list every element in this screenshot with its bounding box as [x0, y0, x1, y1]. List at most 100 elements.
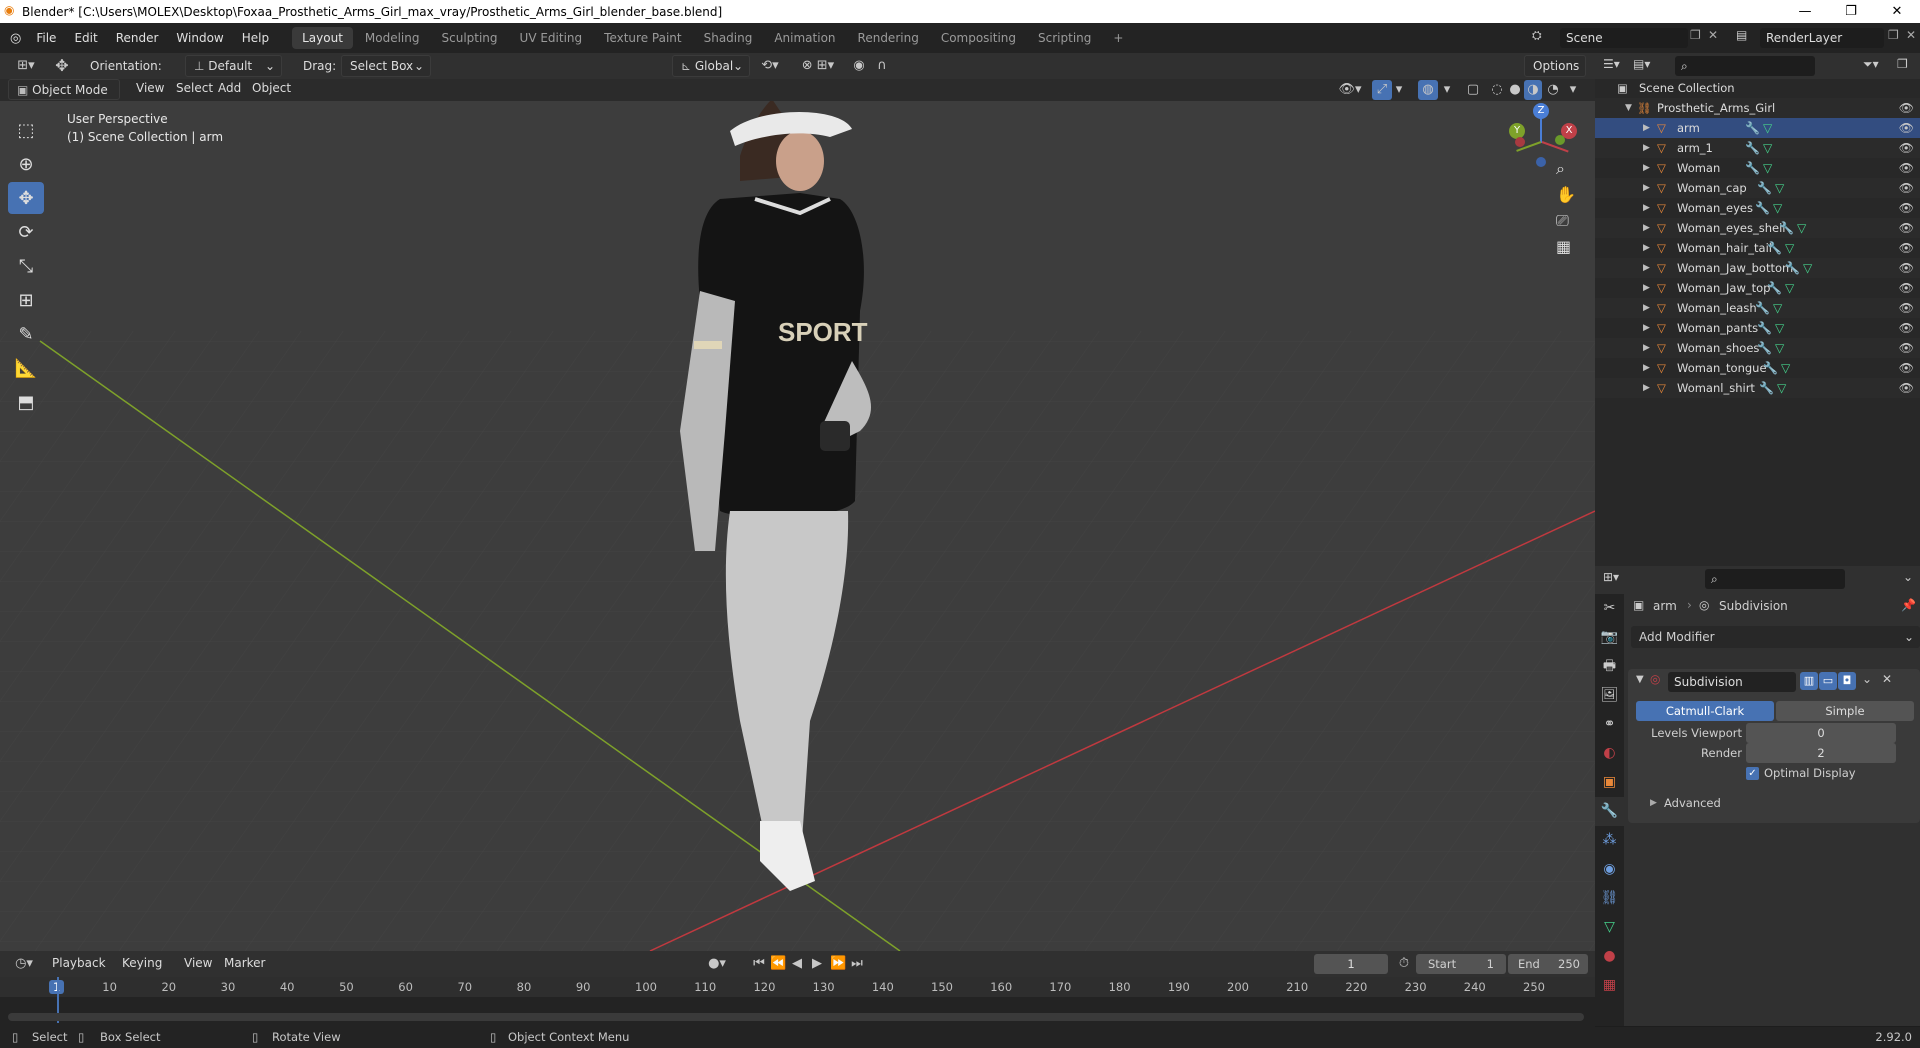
modifier-name-field[interactable]: Subdivision — [1668, 672, 1796, 692]
transform-orientation-dropdown[interactable]: ⊾ Global ⌄ — [672, 55, 750, 77]
visibility-eye-icon[interactable]: 👁 — [1899, 238, 1914, 258]
outliner-row-woman-tongue[interactable]: ▶ ▽ Woman_tongue 🔧 ▽ 👁 — [1595, 358, 1920, 378]
visibility-eye-icon[interactable]: 👁 — [1899, 138, 1914, 158]
zoom-icon[interactable]: ⌕ — [1556, 159, 1565, 179]
minimize-button[interactable]: — — [1782, 0, 1828, 23]
prev-keyframe-icon[interactable]: ⏪ — [770, 954, 786, 974]
expand-arrow-icon[interactable]: ▶ — [1643, 278, 1650, 298]
mesh-data-icon[interactable]: ▽ — [1773, 298, 1782, 318]
outliner-collection-row[interactable]: ▼ ⛓ Prosthetic_Arms_Girl 👁 — [1595, 98, 1920, 118]
texture-tab-icon[interactable]: ▦ — [1595, 971, 1624, 1000]
view-layer-field[interactable]: RenderLayer — [1760, 28, 1884, 48]
timeline-menu-keying[interactable]: Keying — [122, 956, 162, 970]
modifier-tab-icon[interactable]: 🔧 — [1595, 797, 1624, 826]
next-keyframe-icon[interactable]: ⏩ — [830, 954, 846, 974]
delete-scene-icon[interactable]: ✕ — [1708, 28, 1718, 42]
falloff-icon[interactable]: ∩ — [872, 56, 892, 76]
expand-arrow-icon[interactable]: ▶ — [1643, 118, 1650, 138]
rotate-tool-icon[interactable]: ⟳ — [8, 216, 44, 248]
tab-rendering[interactable]: Rendering — [848, 27, 929, 49]
visibility-eye-icon[interactable]: 👁 — [1899, 318, 1914, 338]
mesh-data-icon[interactable]: ▽ — [1785, 278, 1794, 298]
outliner-row-arm[interactable]: ▶ ▽ arm 🔧 ▽ 👁 — [1595, 118, 1920, 138]
gizmo-y-negative[interactable] — [1555, 135, 1565, 145]
pivot-point-icon[interactable]: ⟲▾ — [757, 56, 783, 76]
physics-tab-icon[interactable]: ◉ — [1595, 855, 1624, 884]
add-workspace-icon[interactable]: + — [1103, 27, 1133, 49]
visibility-eye-icon[interactable]: 👁 — [1899, 298, 1914, 318]
viewport-toggle-icon[interactable]: ▭ — [1819, 672, 1837, 690]
visibility-eye-icon[interactable]: 👁 — [1899, 258, 1914, 278]
particles-tab-icon[interactable]: ⁂ — [1595, 826, 1624, 855]
expand-arrow-icon[interactable]: ▶ — [1643, 358, 1650, 378]
modifier-wrench-icon[interactable]: 🔧 — [1767, 238, 1782, 258]
constraints-tab-icon[interactable]: ⛓ — [1595, 884, 1624, 913]
mesh-data-icon[interactable]: ▽ — [1785, 238, 1794, 258]
cursor-tool-icon[interactable]: ⊕ — [8, 148, 44, 180]
mesh-data-icon[interactable]: ▽ — [1775, 318, 1784, 338]
tab-sculpting[interactable]: Sculpting — [432, 27, 508, 49]
xray-icon[interactable]: ▢ — [1464, 80, 1482, 100]
modifier-wrench-icon[interactable]: 🔧 — [1763, 358, 1778, 378]
mesh-data-icon[interactable]: ▽ — [1777, 378, 1786, 398]
tab-compositing[interactable]: Compositing — [931, 27, 1026, 49]
object-tab-icon[interactable]: ▣ — [1595, 768, 1624, 797]
mesh-data-icon[interactable]: ▽ — [1775, 338, 1784, 358]
tool-tab-icon[interactable]: ✂ — [1595, 594, 1624, 623]
tab-modeling[interactable]: Modeling — [355, 27, 430, 49]
timeline-menu-marker[interactable]: Marker — [224, 956, 265, 970]
scene-icon[interactable]: ⛭ — [1532, 28, 1542, 43]
tab-scripting[interactable]: Scripting — [1028, 27, 1101, 49]
new-scene-icon[interactable]: ❐ — [1690, 28, 1701, 42]
expand-arrow-icon[interactable]: ▶ — [1643, 338, 1650, 358]
collapse-arrow-icon[interactable]: ▼ — [1625, 98, 1632, 118]
chevron-down-icon[interactable]: ⌄ — [1903, 570, 1913, 584]
gizmo-toggle-icon[interactable]: ⤢ — [1372, 80, 1392, 100]
visibility-eye-icon[interactable]: 👁 — [1899, 358, 1914, 378]
gizmo-z-axis[interactable]: Z — [1533, 103, 1549, 119]
material-tab-icon[interactable]: ● — [1595, 942, 1624, 971]
outliner-row-woman-hair-tail[interactable]: ▶ ▽ Woman_hair_tail 🔧 ▽ 👁 — [1595, 238, 1920, 258]
chevron-down-icon[interactable]: ▾ — [1392, 80, 1406, 100]
camera-view-icon[interactable]: ⎚ — [1556, 211, 1569, 231]
tab-layout[interactable]: Layout — [292, 27, 353, 49]
jump-start-icon[interactable]: ⏮ — [752, 954, 766, 974]
mesh-data-icon[interactable]: ▽ — [1773, 198, 1782, 218]
visibility-eye-icon[interactable]: 👁 — [1899, 218, 1914, 238]
modifier-wrench-icon[interactable]: 🔧 — [1759, 378, 1774, 398]
proportional-edit-icon[interactable]: ◉ — [850, 56, 868, 76]
outliner-row-woman-eyes-shell[interactable]: ▶ ▽ Woman_eyes_shell 🔧 ▽ 👁 — [1595, 218, 1920, 238]
viewport-menu-select[interactable]: Select — [172, 81, 217, 95]
scene-field[interactable]: Scene — [1560, 28, 1688, 48]
timeline-menu-playback[interactable]: Playback — [52, 956, 106, 970]
world-tab-icon[interactable]: ◐ — [1595, 739, 1624, 768]
render-levels-field[interactable]: 2 — [1746, 743, 1896, 763]
modifier-wrench-icon[interactable]: 🔧 — [1745, 118, 1760, 138]
properties-editor-icon[interactable]: ⊞▾ — [1603, 570, 1619, 584]
jump-end-icon[interactable]: ⏭ — [850, 954, 864, 974]
collapse-arrow-icon[interactable]: ▼ — [1636, 674, 1644, 685]
modifier-wrench-icon[interactable]: 🔧 — [1757, 338, 1772, 358]
outliner-row-womanl-shirt[interactable]: ▶ ▽ Womanl_shirt 🔧 ▽ 👁 — [1595, 378, 1920, 398]
wireframe-shading-icon[interactable]: ◌ — [1488, 80, 1506, 100]
stopwatch-icon[interactable]: ⏱ — [1396, 954, 1412, 974]
visibility-eye-icon[interactable]: 👁 — [1899, 178, 1914, 198]
scene-tab-icon[interactable]: ⚭ — [1595, 710, 1624, 739]
ortho-grid-icon[interactable]: ▦ — [1556, 237, 1571, 256]
outliner-editor-icon[interactable]: ☰▾ — [1603, 57, 1620, 71]
tab-animation[interactable]: Animation — [764, 27, 845, 49]
timeline-body[interactable]: 1102030405060708090100110120130140150160… — [0, 977, 1595, 1027]
expand-arrow-icon[interactable]: ▶ — [1643, 158, 1650, 178]
outliner-row-woman[interactable]: ▶ ▽ Woman 🔧 ▽ 👁 — [1595, 158, 1920, 178]
mesh-data-icon[interactable]: ▽ — [1763, 118, 1772, 138]
expand-arrow-icon[interactable]: ▶ — [1643, 378, 1650, 398]
outliner-row-arm-1[interactable]: ▶ ▽ arm_1 🔧 ▽ 👁 — [1595, 138, 1920, 158]
view-layer-icon[interactable]: ▤ — [1736, 28, 1747, 42]
viewport-menu-add[interactable]: Add — [214, 81, 245, 95]
outliner-row-woman-shoes[interactable]: ▶ ▽ Woman_shoes 🔧 ▽ 👁 — [1595, 338, 1920, 358]
blender-menu-icon[interactable]: ◎ — [10, 31, 21, 46]
viewport-menu-view[interactable]: View — [132, 81, 168, 95]
modifier-wrench-icon[interactable]: 🔧 — [1745, 138, 1760, 158]
outliner-row-woman-jaw-bottom[interactable]: ▶ ▽ Woman_Jaw_bottom 🔧 ▽ 👁 — [1595, 258, 1920, 278]
gizmo-x-negative[interactable] — [1515, 137, 1525, 147]
